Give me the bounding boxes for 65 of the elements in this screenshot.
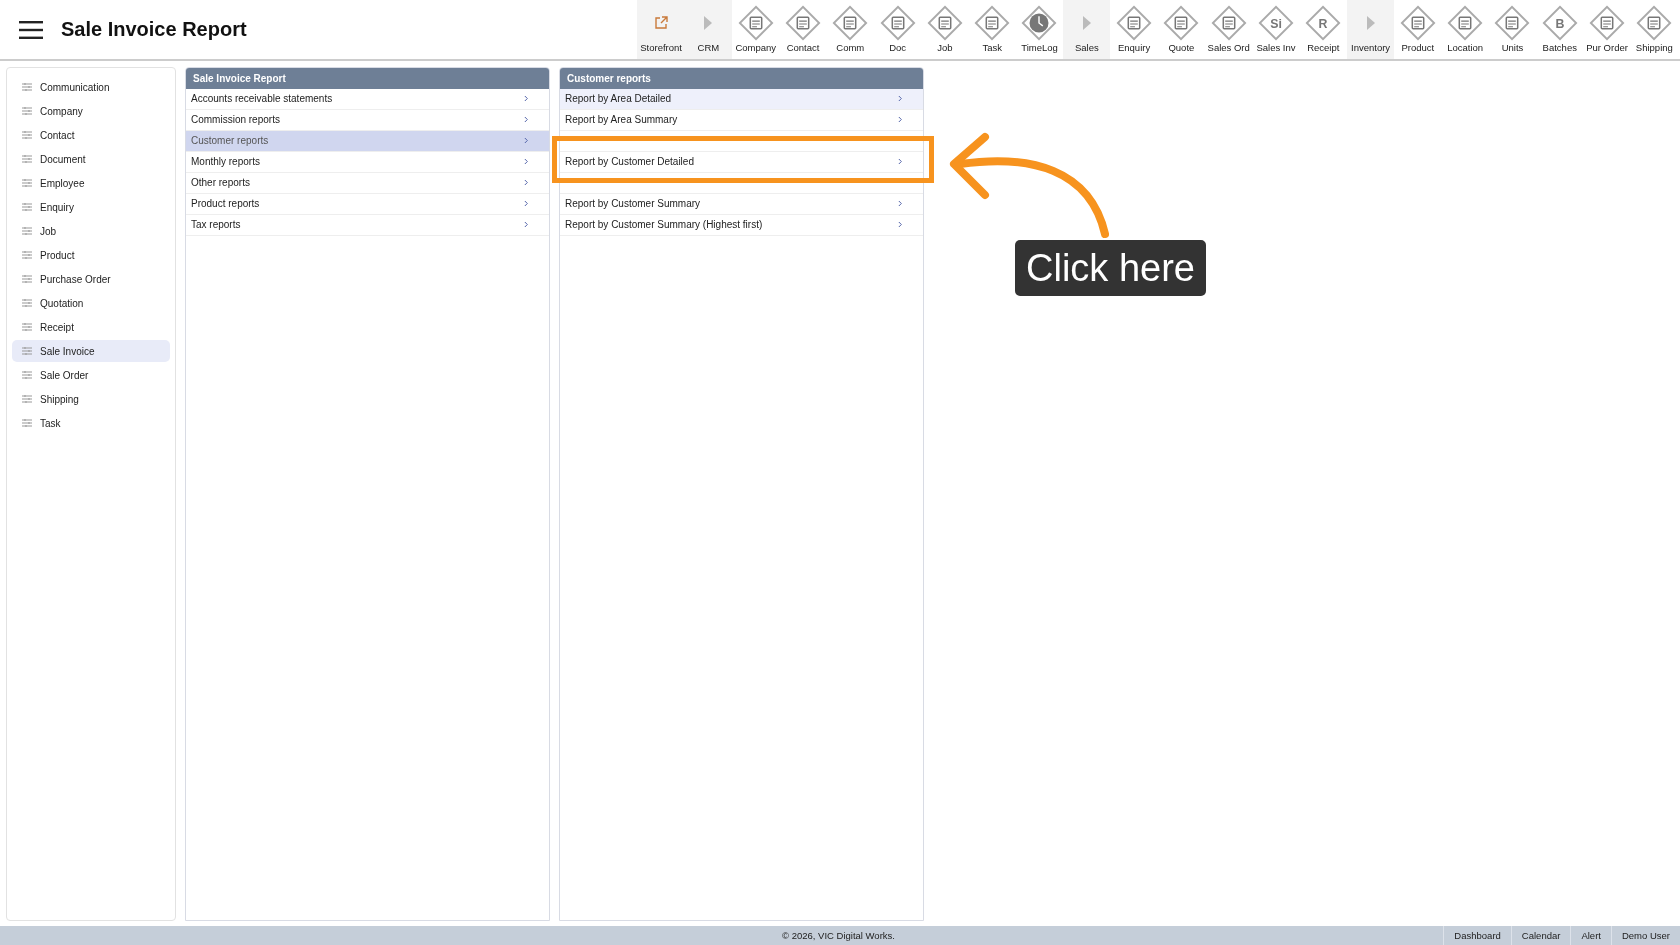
triangle-icon	[703, 16, 714, 30]
sidebar-item[interactable]: Employee	[12, 172, 170, 194]
triangle-icon	[1365, 16, 1376, 30]
toolbar-button[interactable]: CRM	[684, 0, 733, 59]
external-link-icon	[654, 16, 669, 30]
chevron-icon	[524, 115, 529, 123]
footer-link[interactable]: Calendar	[1510, 926, 1571, 945]
list-icon	[22, 131, 32, 139]
sidebar-item[interactable]: Purchase Order	[12, 268, 170, 290]
list-icon	[22, 323, 32, 331]
list-icon	[22, 155, 32, 163]
menu-row[interactable]: Report by Area Detailed	[560, 89, 923, 110]
sidebar-item[interactable]: Company	[12, 100, 170, 122]
menu-icon[interactable]	[19, 20, 43, 39]
footer-link[interactable]: Alert	[1570, 926, 1611, 945]
list-icon	[22, 395, 32, 403]
list-icon	[22, 107, 32, 115]
chevron-icon	[524, 178, 529, 186]
chevron-icon	[898, 115, 903, 123]
footer-link[interactable]: Dashboard	[1443, 926, 1511, 945]
sidebar-item[interactable]: Sale Invoice	[12, 340, 170, 362]
list-icon	[22, 275, 32, 283]
chevron-icon	[898, 94, 903, 102]
chevron-icon	[524, 94, 529, 102]
chevron-icon	[898, 157, 903, 165]
diamond-letter-icon: Si	[1256, 4, 1295, 42]
sidebar-item[interactable]: Communication	[12, 76, 170, 98]
diamond-letter-icon: R	[1304, 4, 1343, 42]
list-icon	[22, 83, 32, 91]
copyright-text: © 2026, VIC Digital Works.	[782, 930, 895, 941]
chevron-icon	[524, 199, 529, 207]
sidebar-item[interactable]: Contact	[12, 124, 170, 146]
toolbar-button[interactable]: Inventory	[1346, 0, 1395, 59]
sidebar-item[interactable]: Document	[12, 148, 170, 170]
callout-label: Click here	[1015, 240, 1206, 296]
list-icon	[22, 419, 32, 427]
list-icon	[22, 371, 32, 379]
sidebar-item[interactable]: Receipt	[12, 316, 170, 338]
chevron-icon	[524, 136, 529, 144]
sidebar-item[interactable]: Product	[12, 244, 170, 266]
chevron-icon	[898, 220, 903, 228]
list-icon	[22, 251, 32, 259]
list-icon	[22, 227, 32, 235]
list-icon	[22, 347, 32, 355]
sidebar-item[interactable]: Job	[12, 220, 170, 242]
list-icon	[22, 179, 32, 187]
chevron-icon	[524, 220, 529, 228]
list-icon	[22, 203, 32, 211]
sidebar-item[interactable]: Task	[12, 412, 170, 434]
chevron-icon	[898, 199, 903, 207]
diamond-letter-icon: B	[1540, 4, 1579, 42]
page-title: Sale Invoice Report	[61, 18, 247, 41]
list-icon	[22, 299, 32, 307]
sidebar-item[interactable]: Enquiry	[12, 196, 170, 218]
toolbar-button[interactable]: Storefront	[637, 0, 685, 59]
panel-header: Customer reports	[560, 68, 923, 89]
sidebar-item[interactable]: Sale Order	[12, 364, 170, 386]
triangle-icon	[1081, 16, 1092, 30]
menu-row[interactable]: Customer reports	[186, 131, 549, 152]
toolbar-button[interactable]: Sales	[1063, 0, 1111, 59]
panel-header: Sale Invoice Report	[186, 68, 549, 89]
sidebar-item[interactable]: Quotation	[12, 292, 170, 314]
sidebar-item[interactable]: Shipping	[12, 388, 170, 410]
footer-link[interactable]: Demo User	[1610, 926, 1680, 945]
chevron-icon	[524, 157, 529, 165]
